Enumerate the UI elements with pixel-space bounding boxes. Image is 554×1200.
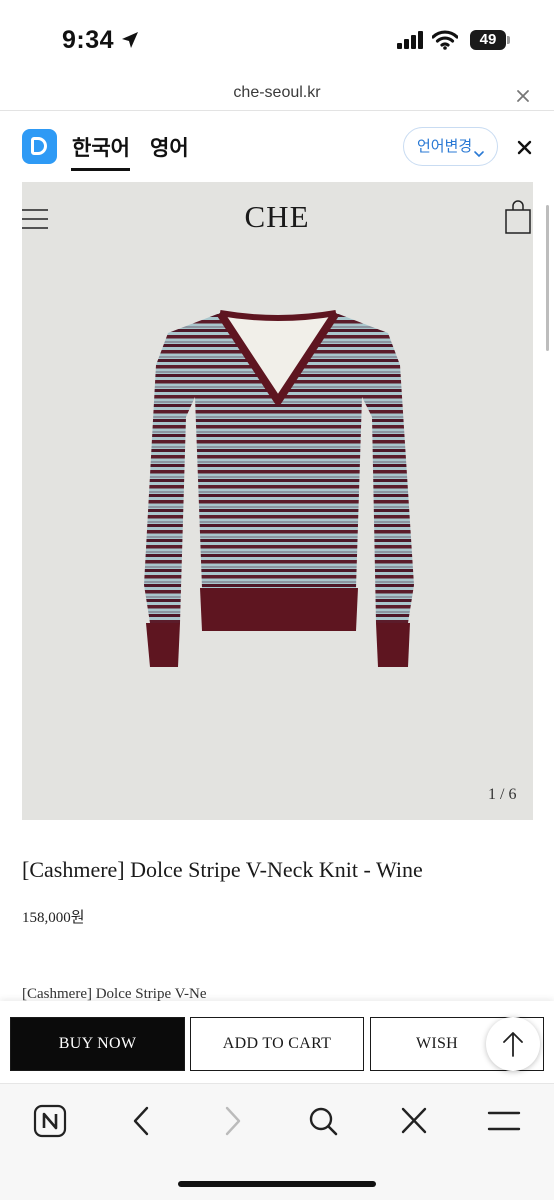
image-pager: 1 / 6 xyxy=(488,786,517,803)
url-bar[interactable]: che-seoul.kr xyxy=(0,80,554,110)
tab-korean[interactable]: 한국어 xyxy=(72,132,130,162)
tab-english[interactable]: 영어 xyxy=(150,132,189,162)
papago-logo-icon xyxy=(22,129,57,164)
back-icon[interactable] xyxy=(130,1104,152,1142)
battery-tip xyxy=(507,36,510,44)
brand-logo[interactable]: CHE xyxy=(0,199,554,235)
change-language-button[interactable]: 언어변경 xyxy=(403,127,498,166)
chevron-down-icon xyxy=(473,138,485,175)
close-page-icon[interactable] xyxy=(516,88,530,107)
search-icon[interactable] xyxy=(307,1104,339,1142)
status-bar: 9:34 49 xyxy=(0,0,554,80)
location-arrow-icon xyxy=(120,30,140,54)
naver-home-icon[interactable] xyxy=(33,1104,67,1142)
buy-now-button[interactable]: BUY NOW xyxy=(10,1017,185,1071)
product-title: [Cashmere] Dolce Stripe V-Neck Knit - Wi… xyxy=(22,857,423,882)
arrow-up-icon xyxy=(503,1032,523,1057)
close-icon[interactable] xyxy=(400,1104,428,1142)
forward-icon[interactable] xyxy=(222,1104,244,1142)
sweater-product-image xyxy=(120,305,420,679)
battery-icon: 49 xyxy=(470,30,506,50)
scroll-to-top-button[interactable] xyxy=(486,1017,540,1071)
product-price: 158,000원 xyxy=(22,910,85,926)
home-indicator[interactable] xyxy=(178,1181,376,1187)
close-translate-icon[interactable] xyxy=(517,140,532,159)
menu-icon[interactable] xyxy=(487,1104,521,1142)
shopping-bag-icon[interactable] xyxy=(504,199,532,239)
change-language-label: 언어변경 xyxy=(417,137,473,155)
active-tab-indicator xyxy=(71,168,130,171)
wifi-icon xyxy=(431,30,459,54)
signal-icon xyxy=(397,31,425,53)
translate-bar: 한국어 영어 언어변경 xyxy=(0,111,554,181)
purchase-action-bar: BUY NOW ADD TO CART WISH xyxy=(0,1001,554,1083)
add-to-cart-button[interactable]: ADD TO CART xyxy=(190,1017,364,1071)
status-time: 9:34 xyxy=(62,26,115,54)
url-text[interactable]: che-seoul.kr xyxy=(0,84,554,102)
